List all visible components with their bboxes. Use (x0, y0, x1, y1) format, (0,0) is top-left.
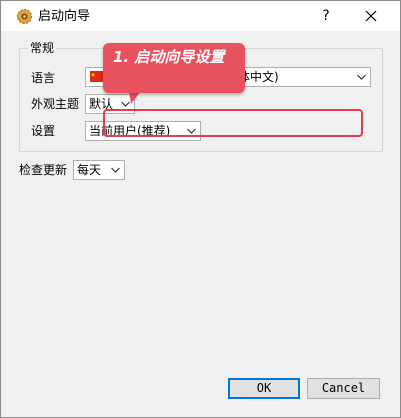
window-title: 启动向导 (38, 9, 91, 24)
startup-wizard-window: 启动向导 ? 常规 语言 体中文) 外观主题 默认 设置 当前用户(推荐) 检查… (0, 0, 401, 418)
annotation-highlight-box (103, 109, 363, 137)
title-bar[interactable]: 启动向导 ? (1, 1, 400, 31)
settings-label: 设置 (31, 124, 56, 138)
chevron-down-icon (111, 167, 120, 173)
cancel-button[interactable]: Cancel (307, 378, 380, 399)
update-label: 检查更新 (19, 163, 68, 177)
dialog-body: 常规 语言 体中文) 外观主题 默认 设置 当前用户(推荐) 检查更新 每天 1… (1, 31, 400, 417)
help-button[interactable]: ? (313, 4, 339, 28)
annotation-callout-text: 1. 启动向导设置 (113, 48, 225, 66)
close-icon[interactable] (357, 4, 385, 28)
update-select-value: 每天 (77, 163, 102, 177)
update-select[interactable]: 每天 (73, 160, 125, 180)
callout-pointer (129, 91, 141, 104)
general-group-title: 常规 (28, 40, 57, 56)
annotation-callout: 1. 启动向导设置 (103, 43, 245, 93)
language-label: 语言 (31, 71, 56, 85)
gear-app-icon (16, 8, 33, 25)
china-flag-icon (90, 71, 104, 82)
chevron-down-icon (357, 74, 366, 80)
ok-button[interactable]: OK (228, 378, 300, 399)
theme-label: 外观主题 (31, 97, 80, 111)
